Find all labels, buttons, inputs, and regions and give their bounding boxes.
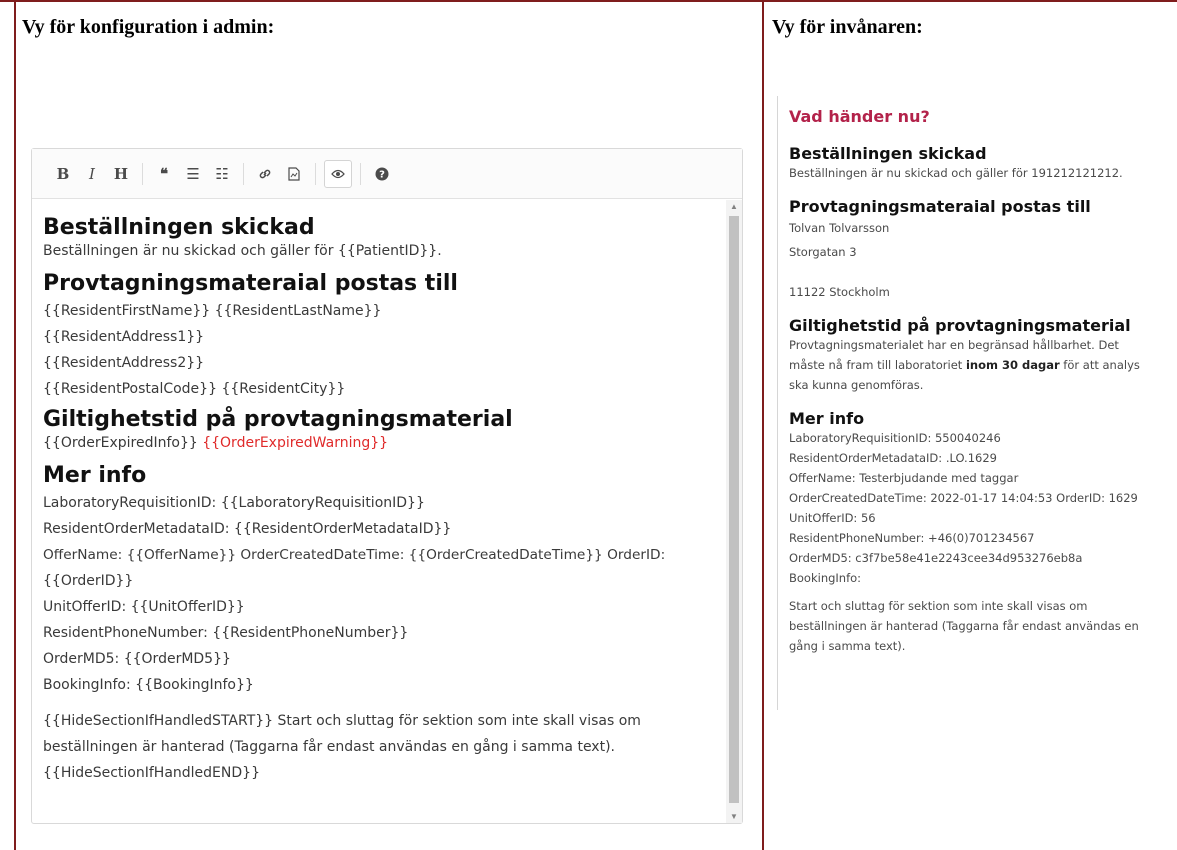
resident-text: OrderMD5: c3f7be58e41e2243cee34d953276eb… [789, 551, 1083, 565]
preview-text: BookingInfo: {{BookingInfo}} [43, 677, 254, 693]
preview-text: {{OrderExpiredInfo}} {{OrderExpiredWarni… [43, 434, 726, 452]
italic-button[interactable]: I [79, 161, 105, 187]
toolbar-separator [142, 162, 143, 185]
resident-text: ResidentPhoneNumber: +46(0)701234567 [789, 531, 1035, 545]
markdown-editor: B I H ❝ ☰ ☷ ? Beställningen skickad Best… [31, 148, 743, 824]
table-left-border [14, 0, 16, 850]
scroll-up-icon[interactable]: ▲ [726, 202, 742, 211]
preview-text: UnitOfferID: {{UnitOfferID}} [43, 599, 245, 615]
preview-text: OfferName: {{OfferName}} OrderCreatedDat… [43, 547, 666, 563]
resident-text: UnitOfferID: 56 [789, 511, 876, 525]
resident-text: ska kunna genomföras. [789, 378, 924, 392]
preview-text: OrderMD5: {{OrderMD5}} [43, 651, 231, 667]
resident-text: OfferName: Testerbjudande med taggar [789, 471, 1019, 485]
preview-text: {{ResidentAddress1}} [43, 329, 205, 345]
resident-text: Tolvan Tolvarsson [789, 221, 890, 235]
preview-text: {{HideSectionIfHandledEND}} [43, 765, 260, 781]
preview-text: {{ResidentPostalCode}} {{ResidentCity}} [43, 381, 346, 397]
table-top-border [0, 0, 1177, 2]
resident-heading: Mer info [789, 409, 865, 428]
resident-text: beställningen är hanterad (Taggarna får … [789, 619, 1139, 633]
preview-heading: Mer info [43, 463, 147, 488]
toolbar-separator [360, 162, 361, 185]
resident-text: Beställningen är nu skickad och gäller f… [789, 166, 1123, 180]
preview-text: LaboratoryRequisitionID: {{LaboratoryReq… [43, 495, 425, 511]
expired-warning-tag: {{OrderExpiredWarning}} [202, 435, 389, 451]
preview-heading: Provtagningsmateraial postas till [43, 271, 458, 296]
preview-text: ResidentOrderMetadataID: {{ResidentOrder… [43, 521, 452, 537]
resident-text: ResidentOrderMetadataID: .LO.1629 [789, 451, 997, 465]
help-icon[interactable]: ? [369, 161, 395, 187]
resident-text: Start och sluttag för sektion som inte s… [789, 599, 1088, 613]
resident-text: Storgatan 3 [789, 245, 857, 259]
resident-column-title: Vy för invånaren: [772, 16, 923, 38]
scroll-down-icon[interactable]: ▼ [726, 812, 742, 821]
link-icon[interactable] [252, 161, 278, 187]
preview-text: ResidentPhoneNumber: {{ResidentPhoneNumb… [43, 625, 409, 641]
quote-icon[interactable]: ❝ [151, 161, 177, 187]
resident-text: gång i samma text). [789, 639, 906, 653]
heading-button[interactable]: H [108, 161, 134, 187]
admin-column-title: Vy för konfiguration i admin: [22, 16, 275, 38]
resident-kicker: Vad händer nu? [789, 107, 930, 126]
toolbar-separator [243, 162, 244, 185]
preview-text: Beställningen är nu skickad och gäller f… [43, 243, 442, 259]
preview-text: {{OrderID}} [43, 573, 134, 589]
validity-days: inom 30 dagar [965, 358, 1060, 372]
resident-view: Vad händer nu? Beställningen skickad Bes… [777, 96, 1157, 710]
resident-heading: Beställningen skickad [789, 144, 987, 163]
resident-text: OrderCreatedDateTime: 2022-01-17 14:04:5… [789, 491, 1138, 505]
preview-heading: Beställningen skickad [43, 215, 315, 240]
validity-text: för att analys [1059, 358, 1140, 372]
editor-preview[interactable]: Beställningen skickad Beställningen är n… [32, 200, 726, 823]
ordered-list-icon[interactable]: ☷ [209, 161, 235, 187]
resident-text: LaboratoryRequisitionID: 550040246 [789, 431, 1001, 445]
image-icon[interactable] [281, 161, 307, 187]
preview-icon[interactable] [324, 159, 352, 188]
resident-heading: Giltighetstid på provtagningsmaterial [789, 316, 1131, 335]
resident-heading: Provtagningsmateraial postas till [789, 197, 1091, 216]
bold-button[interactable]: B [50, 161, 76, 187]
preview-text: {{HideSectionIfHandledSTART}} Start och … [43, 713, 641, 729]
unordered-list-icon[interactable]: ☰ [180, 161, 206, 187]
toolbar-separator [315, 162, 316, 185]
preview-text: {{ResidentFirstName}} {{ResidentLastName… [43, 303, 382, 319]
editor-toolbar: B I H ❝ ☰ ☷ ? [32, 149, 742, 199]
table-divider [762, 0, 764, 850]
resident-text: måste nå fram till laboratoriet inom 30 … [789, 355, 1157, 375]
resident-text: Provtagningsmaterialet har en begränsad … [789, 338, 1119, 352]
resident-text: BookingInfo: [789, 571, 862, 585]
validity-text: måste nå fram till laboratoriet [789, 358, 966, 372]
preview-heading: Giltighetstid på provtagningsmaterial [43, 407, 513, 432]
preview-text: beställningen är hanterad (Taggarna får … [43, 739, 615, 755]
resident-text: 11122 Stockholm [789, 285, 890, 299]
editor-scrollbar[interactable]: ▲ ▼ [726, 200, 742, 823]
preview-text: {{ResidentAddress2}} [43, 355, 205, 371]
scroll-thumb[interactable] [729, 216, 739, 803]
expired-info-tag: {{OrderExpiredInfo}} [43, 435, 198, 451]
svg-text:?: ? [379, 169, 385, 180]
